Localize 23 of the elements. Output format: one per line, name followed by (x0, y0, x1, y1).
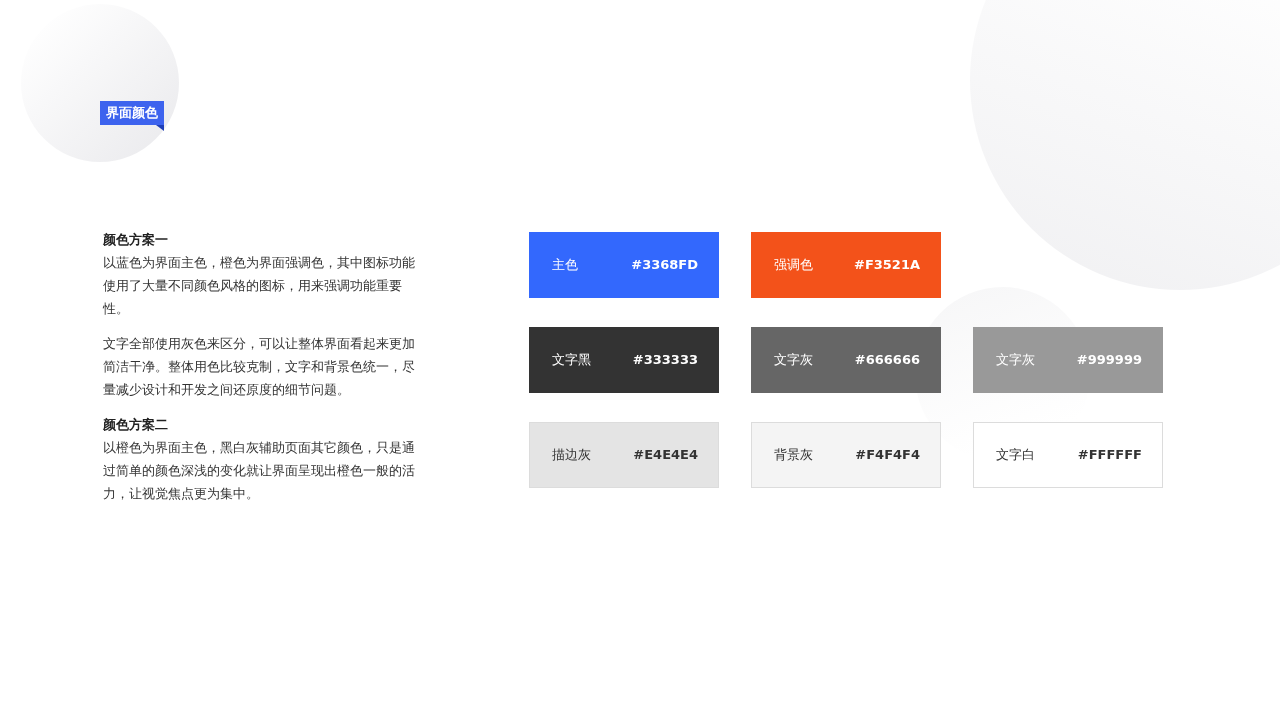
hex-code: #F3521A (854, 256, 920, 275)
section-heading: 颜色方案一 (103, 231, 169, 249)
hex-code: #666666 (854, 351, 920, 370)
color-name: 强调色 (774, 256, 813, 275)
color-name: 文字黑 (552, 351, 591, 370)
color-name: 背景灰 (774, 446, 813, 465)
hex-code: #F4F4F4 (855, 446, 920, 465)
hex-code: #E4E4E4 (633, 446, 698, 465)
section-heading: 颜色方案二 (103, 416, 169, 434)
hex-code: #3368FD (631, 256, 698, 275)
color-name: 描边灰 (552, 446, 591, 465)
color-name: 文字灰 (774, 351, 813, 370)
color-name: 文字白 (996, 446, 1035, 465)
color-name: 主色 (552, 256, 578, 275)
hex-code: #333333 (632, 351, 698, 370)
hex-code: #999999 (1076, 351, 1142, 370)
paragraph: 以蓝色为界面主色，橙色为界面强调色，其中图标功能使用了大量不同颜色风格的图标，用来强调功能重要性。 (103, 254, 416, 318)
hex-code: #FFFFFF (1077, 446, 1142, 465)
fold-corner-icon (156, 125, 164, 131)
section-tag: 界面颜色 (100, 101, 164, 125)
color-name: 文字灰 (996, 351, 1035, 370)
paragraph: 以橙色为界面主色，黑白灰辅助页面其它颜色，只是通过简单的颜色深浅的变化就让界面呈现出橙色一般的活力，让视觉焦点更为集中。 (103, 439, 416, 503)
paragraph: 文字全部使用灰色来区分，可以让整体界面看起来更加简洁干净。整体用色比较克制，文字和背景色统一，尽量减少设计和开发之间还原度的细节问题。 (103, 335, 416, 399)
